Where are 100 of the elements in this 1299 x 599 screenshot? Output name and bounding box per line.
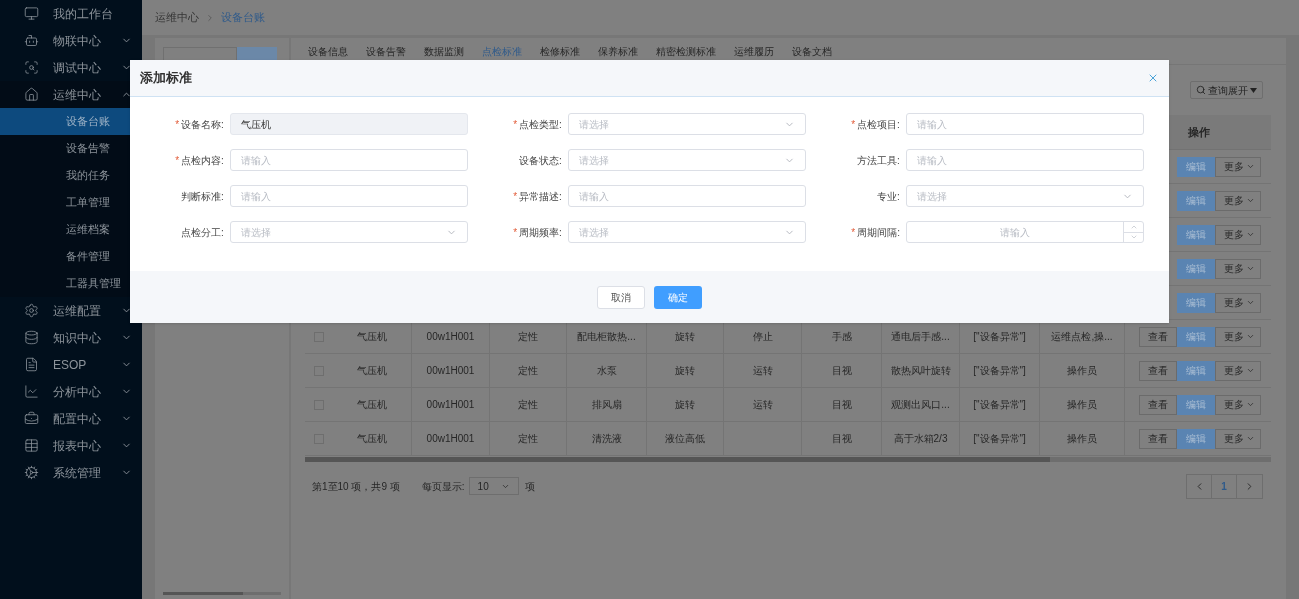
- table-cell-text: 旋转: [675, 398, 695, 412]
- more-dropdown-button[interactable]: 更多: [1215, 394, 1261, 415]
- field-label: 周期间隔:: [857, 225, 900, 240]
- table-cell-text: 定性: [518, 364, 538, 378]
- field-label: 点检分工:: [181, 225, 224, 240]
- page-size-unit: 项: [524, 479, 535, 494]
- horizontal-scrollbar[interactable]: [305, 457, 1271, 462]
- edit-button[interactable]: 编辑: [1177, 292, 1215, 313]
- chevron-down-icon: [1246, 332, 1255, 341]
- edit-button[interactable]: 编辑: [1177, 428, 1215, 449]
- edit-button[interactable]: 编辑: [1177, 156, 1215, 177]
- sidebar-item[interactable]: 运维配置: [0, 297, 142, 324]
- view-button[interactable]: 查看: [1139, 394, 1177, 415]
- table-cell-text: 00w1H001: [426, 364, 475, 378]
- field-label: 点检项目:: [857, 117, 900, 132]
- input-field[interactable]: 请输入: [905, 149, 1144, 171]
- page-size-select[interactable]: 10: [468, 477, 519, 495]
- edit-button[interactable]: 编辑: [1177, 190, 1215, 211]
- more-dropdown-button[interactable]: 更多: [1215, 292, 1261, 313]
- confirm-button[interactable]: 确定: [654, 285, 702, 309]
- chevron-down-icon: [1246, 264, 1255, 273]
- table-cell-text: 通电后手感...: [891, 330, 950, 344]
- chevron-down-icon: [1246, 366, 1255, 375]
- page-size-label: 每页显示:: [421, 479, 465, 494]
- required-mark: *: [513, 117, 518, 132]
- field-label: 设备名称:: [181, 117, 224, 132]
- tab[interactable]: 运维履历: [725, 38, 783, 64]
- more-dropdown-button[interactable]: 更多: [1215, 258, 1261, 279]
- field-label: 专业:: [877, 189, 900, 204]
- select-field[interactable]: 请选择: [229, 221, 468, 243]
- more-dropdown-button[interactable]: 更多: [1215, 190, 1261, 211]
- cancel-button[interactable]: 取消: [597, 285, 645, 309]
- sidebar-item[interactable]: 系统管理: [0, 459, 142, 486]
- table-cell-text: 目视: [831, 432, 852, 446]
- view-button[interactable]: 查看: [1139, 326, 1177, 347]
- chevron-down-icon: [1246, 230, 1255, 239]
- required-mark: *: [513, 189, 518, 204]
- more-dropdown-button[interactable]: 更多: [1215, 156, 1261, 177]
- more-dropdown-button[interactable]: 更多: [1215, 360, 1261, 381]
- view-button[interactable]: 查看: [1139, 428, 1177, 449]
- field-label: 判断标准:: [181, 189, 224, 204]
- table-cell-text: ["设备异常"]: [973, 432, 1026, 446]
- input-field[interactable]: 请输入: [567, 185, 806, 207]
- sidebar-item[interactable]: ESOP: [0, 351, 142, 378]
- table-cell-text: 目视: [831, 398, 852, 412]
- breadcrumb-item: 设备台账: [221, 10, 265, 26]
- table-cell-text: 定性: [518, 432, 538, 446]
- edit-button[interactable]: 编辑: [1177, 360, 1215, 381]
- database-icon: [24, 330, 39, 345]
- table-cell-text: 00w1H001: [426, 432, 475, 446]
- table-cell-text: 00w1H001: [426, 398, 475, 412]
- more-dropdown-button[interactable]: 更多: [1215, 428, 1261, 449]
- tab[interactable]: 设备告警: [357, 38, 415, 64]
- sidebar-item[interactable]: 配置中心: [0, 405, 142, 432]
- required-mark: *: [175, 117, 180, 132]
- tab[interactable]: 数据监测: [415, 38, 473, 64]
- robot-arm-icon: [24, 33, 39, 48]
- edit-button[interactable]: 编辑: [1177, 258, 1215, 279]
- edit-button[interactable]: 编辑: [1177, 326, 1215, 347]
- input-field[interactable]: 请输入: [229, 185, 468, 207]
- table-cell-text: 气压机: [357, 398, 387, 412]
- table-cell-text: 运转: [752, 398, 773, 412]
- tab[interactable]: 精密检测标准: [647, 38, 725, 64]
- tab[interactable]: 设备信息: [299, 38, 357, 64]
- query-toggle-button[interactable]: 查询展开: [1190, 81, 1263, 99]
- edit-button[interactable]: 编辑: [1177, 224, 1215, 245]
- sidebar-item[interactable]: 知识中心: [0, 324, 142, 351]
- select-field[interactable]: 请选择: [567, 149, 806, 171]
- close-icon[interactable]: [1147, 72, 1159, 84]
- more-dropdown-button[interactable]: 更多: [1215, 326, 1261, 347]
- tab[interactable]: 设备文档: [783, 38, 841, 64]
- chevron-down-icon: [1246, 162, 1255, 171]
- sidebar-item[interactable]: 我的工作台: [0, 0, 142, 27]
- edit-button[interactable]: 编辑: [1177, 394, 1215, 415]
- more-dropdown-button[interactable]: 更多: [1215, 224, 1261, 245]
- chevron-right-icon: [205, 12, 215, 23]
- name-field[interactable]: 气压机: [229, 113, 468, 135]
- field-label: 方法工具:: [857, 153, 900, 168]
- search-icon: [1196, 85, 1206, 95]
- sidebar-item[interactable]: 报表中心: [0, 432, 142, 459]
- monitor-icon: [24, 6, 39, 21]
- input-field[interactable]: 请输入: [229, 149, 468, 171]
- select-field[interactable]: 请选择: [567, 113, 806, 135]
- sidebar-item[interactable]: 分析中心: [0, 378, 142, 405]
- number-field[interactable]: 请输入: [906, 221, 1144, 243]
- select-field[interactable]: 请选择: [567, 221, 806, 243]
- tab[interactable]: 检修标准: [531, 38, 589, 64]
- select-field[interactable]: 请选择: [905, 185, 1144, 207]
- horizontal-scrollbar[interactable]: [163, 592, 281, 595]
- field-label: 异常描述:: [519, 189, 562, 204]
- table-cell-text: 液位高低: [665, 432, 705, 446]
- breadcrumb-item[interactable]: 运维中心: [155, 9, 199, 26]
- table-icon: [24, 438, 39, 453]
- sidebar-item[interactable]: 物联中心: [0, 27, 142, 54]
- chevron-down-icon: [1246, 400, 1255, 409]
- input-field[interactable]: 请输入: [905, 113, 1144, 135]
- table-cell-text: 气压机: [357, 432, 387, 446]
- tab[interactable]: 保养标准: [589, 38, 647, 64]
- table-cell-text: 操作员: [1067, 432, 1097, 446]
- view-button[interactable]: 查看: [1139, 360, 1177, 381]
